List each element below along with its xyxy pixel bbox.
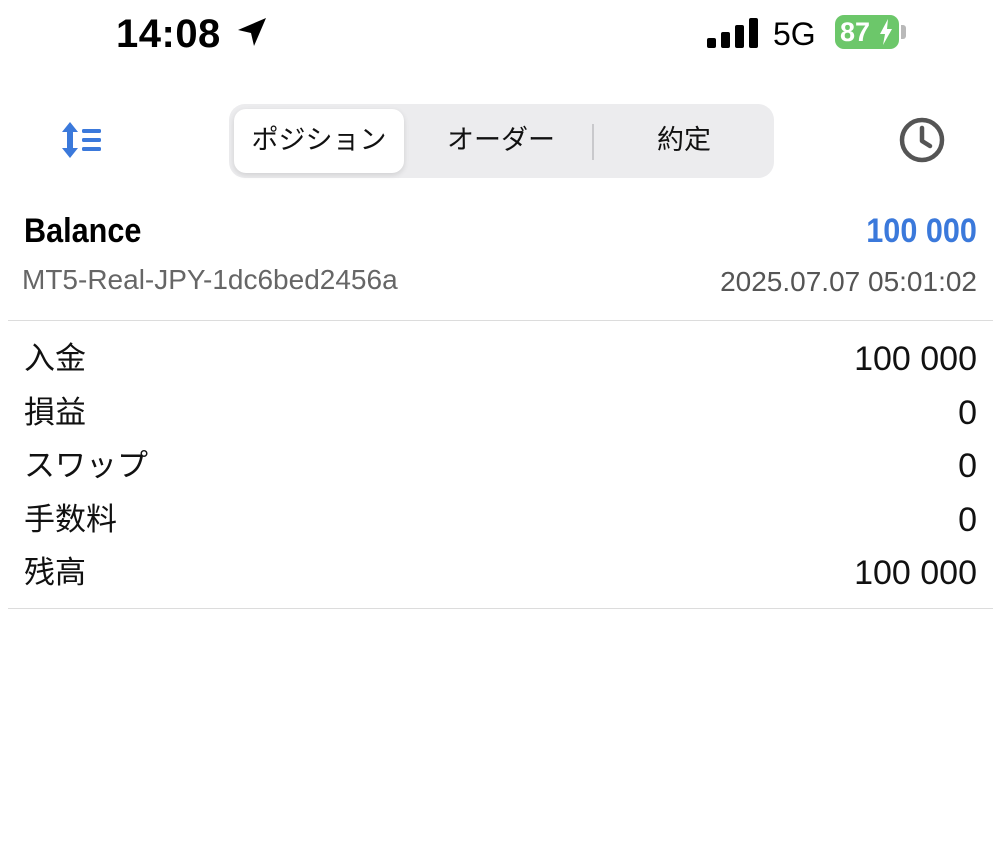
- sort-list-icon[interactable]: [56, 120, 106, 160]
- balance-details: 入金 100 000 損益 0 スワップ 0 手数料 0 残高 100 000: [0, 332, 995, 600]
- commission-label: 手数料: [24, 501, 117, 538]
- deposit-value: 100 000: [854, 340, 977, 378]
- details-divider: [8, 608, 993, 609]
- tab-orders[interactable]: オーダー: [411, 109, 591, 173]
- clock-icon[interactable]: [896, 114, 948, 166]
- battery-icon: 87: [835, 15, 899, 49]
- deposit-label: 入金: [24, 341, 86, 377]
- balance-timestamp: 2025.07.07 05:01:02: [720, 266, 977, 297]
- detail-row-profit: 損益 0: [0, 386, 995, 440]
- detail-row-balance: 残高 100 000: [0, 546, 995, 600]
- charging-bolt-icon: [880, 19, 892, 45]
- view-segmented-control: ポジション オーダー 約定: [229, 104, 774, 178]
- status-time: 14:08: [116, 12, 221, 56]
- swap-label: スワップ: [24, 448, 148, 484]
- battery-cap: [901, 25, 906, 39]
- network-type-label: 5G: [773, 16, 816, 52]
- balance-row-value: 100 000: [854, 554, 977, 592]
- cellular-signal-icon: [707, 18, 758, 48]
- tab-positions[interactable]: ポジション: [234, 109, 404, 173]
- battery-percent: 87: [840, 17, 871, 47]
- balance-summary: Balance 100 000 MT5-Real-JPY-1dc6bed2456…: [0, 200, 995, 320]
- status-bar: 14:08 5G 87: [0, 0, 995, 70]
- balance-value: 100 000: [866, 212, 977, 250]
- summary-divider: [8, 320, 993, 321]
- balance-title: Balance: [24, 212, 142, 250]
- location-arrow-icon: [238, 18, 266, 46]
- swap-value: 0: [958, 447, 977, 485]
- account-name: MT5-Real-JPY-1dc6bed2456a: [22, 264, 398, 295]
- balance-row-label: 残高: [24, 555, 86, 591]
- detail-row-swap: スワップ 0: [0, 439, 995, 493]
- toolbar: ポジション オーダー 約定: [0, 100, 995, 180]
- profit-value: 0: [958, 393, 977, 432]
- tab-deals[interactable]: 約定: [599, 109, 769, 173]
- profit-label: 損益: [24, 394, 86, 431]
- detail-row-commission: 手数料 0: [0, 493, 995, 547]
- segment-divider: [592, 124, 594, 160]
- detail-row-deposit: 入金 100 000: [0, 332, 995, 386]
- commission-value: 0: [958, 500, 977, 539]
